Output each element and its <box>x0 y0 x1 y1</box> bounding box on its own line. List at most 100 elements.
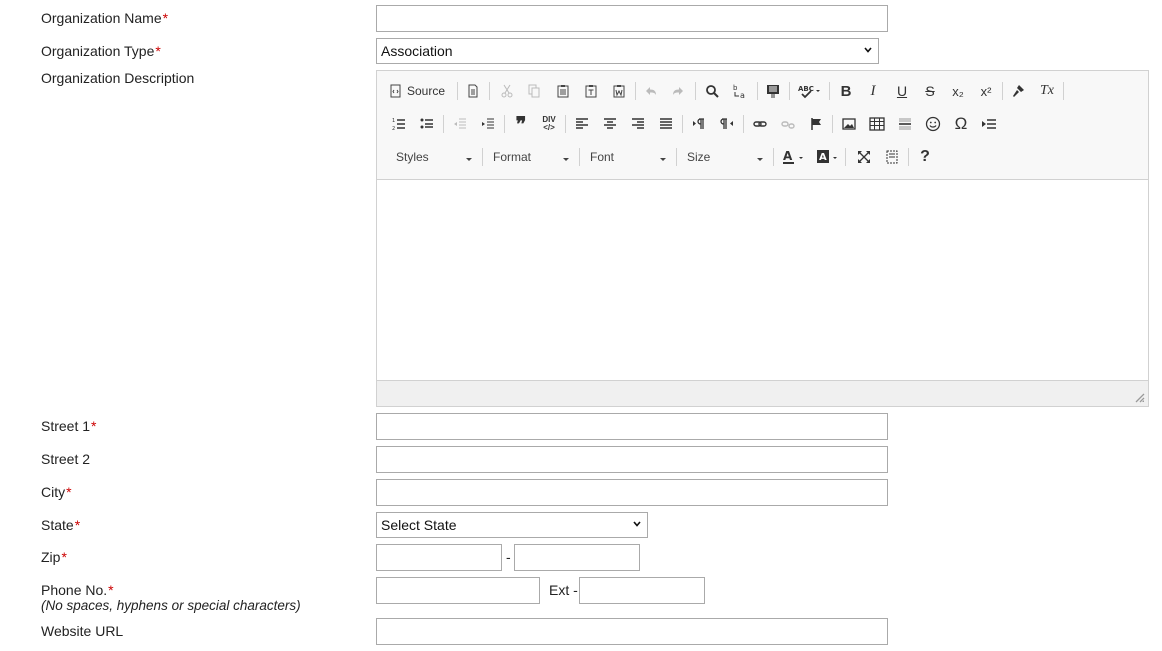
italic-label: I <box>870 82 876 99</box>
special-char-button[interactable]: Ω <box>950 113 972 135</box>
phone-ext-input[interactable] <box>579 577 705 604</box>
org-name-label: Organization Name* <box>41 10 168 26</box>
redo-button[interactable] <box>667 80 689 102</box>
zip-extension-input[interactable] <box>514 544 640 571</box>
resize-handle-icon[interactable] <box>1135 393 1145 403</box>
toolbar-separator <box>789 82 790 100</box>
text-direction-rtl-button[interactable] <box>716 113 738 135</box>
source-button[interactable]: Source <box>389 80 451 102</box>
svg-text:b: b <box>733 84 738 92</box>
smiley-button[interactable] <box>922 113 944 135</box>
subscript-button[interactable]: x₂ <box>947 80 969 102</box>
text-color-button[interactable]: A <box>781 146 807 168</box>
state-select[interactable]: Select State <box>376 512 648 538</box>
new-page-icon <box>468 84 478 98</box>
caret-down-icon <box>563 158 569 161</box>
format-combo[interactable]: Format <box>493 150 569 170</box>
select-all-button[interactable] <box>762 80 784 102</box>
new-page-button[interactable] <box>462 80 484 102</box>
unlink-button[interactable] <box>777 113 799 135</box>
show-blocks-button[interactable] <box>881 146 903 168</box>
caret-down-icon <box>757 158 763 161</box>
show-blocks-icon <box>886 150 898 164</box>
website-input[interactable] <box>376 618 888 645</box>
select-all-icon <box>767 85 779 98</box>
chevron-down-icon <box>633 521 641 527</box>
page-break-button[interactable] <box>978 113 1000 135</box>
source-icon <box>390 84 401 98</box>
street1-label-text: Street 1 <box>41 418 91 434</box>
align-right-button[interactable] <box>627 113 649 135</box>
outdent-button[interactable] <box>449 113 471 135</box>
required-mark: * <box>108 582 114 598</box>
org-name-input[interactable] <box>376 5 888 32</box>
paste-text-button[interactable] <box>580 80 602 102</box>
paste-word-button[interactable] <box>608 80 630 102</box>
indent-button[interactable] <box>477 113 499 135</box>
align-left-button[interactable] <box>571 113 593 135</box>
create-div-button[interactable]: DIV </> <box>538 113 560 135</box>
anchor-button[interactable] <box>805 113 827 135</box>
spellcheck-button[interactable]: ABC <box>795 80 825 102</box>
search-icon <box>706 85 719 98</box>
font-combo[interactable]: Font <box>590 150 666 170</box>
maximize-button[interactable] <box>853 146 875 168</box>
styles-combo[interactable]: Styles <box>396 150 472 170</box>
table-button[interactable] <box>866 113 888 135</box>
size-combo[interactable]: Size <box>687 150 763 170</box>
italic-button[interactable]: I <box>862 80 884 102</box>
editor-toolbar: Source ba ABC B I U S x₂ x² Tx 1 2 ❞ DIV… <box>377 71 1148 179</box>
cut-button[interactable] <box>496 80 518 102</box>
undo-button[interactable] <box>640 80 662 102</box>
align-center-button[interactable] <box>599 113 621 135</box>
text-direction-ltr-button[interactable] <box>688 113 710 135</box>
horizontal-line-button[interactable] <box>894 113 916 135</box>
toolbar-separator <box>743 115 744 133</box>
org-type-select[interactable]: Association <box>376 38 879 64</box>
zip-input[interactable] <box>376 544 502 571</box>
street1-label: Street 1* <box>41 418 96 434</box>
toolbar-separator <box>457 82 458 100</box>
link-button[interactable] <box>749 113 771 135</box>
bg-color-button[interactable]: A <box>815 146 841 168</box>
flag-icon <box>811 118 821 130</box>
unlink-icon <box>781 121 795 129</box>
cut-icon <box>501 84 513 98</box>
toolbar-separator <box>489 82 490 100</box>
indent-icon <box>482 118 494 129</box>
editor-content-area[interactable] <box>377 179 1148 381</box>
required-mark: * <box>162 10 169 26</box>
editor-footer <box>377 381 1148 406</box>
remove-format-button[interactable]: Tx <box>1036 80 1058 102</box>
justify-button[interactable] <box>655 113 677 135</box>
image-button[interactable] <box>838 113 860 135</box>
copy-format-button[interactable] <box>1007 80 1029 102</box>
numbered-list-button[interactable]: 12 <box>388 113 410 135</box>
phone-input[interactable] <box>376 577 540 604</box>
required-mark: * <box>66 484 72 500</box>
svg-text:a: a <box>740 91 745 99</box>
copy-button[interactable] <box>523 80 545 102</box>
blockquote-button[interactable]: ❞ <box>510 113 532 136</box>
help-button[interactable]: ? <box>914 146 936 168</box>
find-button[interactable] <box>701 80 723 102</box>
city-input[interactable] <box>376 479 888 506</box>
bold-button[interactable]: B <box>835 80 857 102</box>
background-color-icon: A <box>817 150 837 163</box>
text-color-icon: A <box>783 149 803 164</box>
underline-button[interactable]: U <box>891 80 913 102</box>
street1-input[interactable] <box>376 413 888 440</box>
replace-button[interactable]: ba <box>729 80 751 102</box>
street2-input[interactable] <box>376 446 888 473</box>
superscript-button[interactable]: x² <box>975 80 997 102</box>
superscript-label: x² <box>980 83 992 99</box>
city-label-text: City <box>41 484 66 500</box>
bulleted-list-button[interactable] <box>416 113 438 135</box>
replace-icon: ba <box>733 84 745 99</box>
paste-button[interactable] <box>552 80 574 102</box>
strikethrough-button[interactable]: S <box>919 80 941 102</box>
blockquote-icon: ❞ <box>515 113 527 136</box>
align-left-icon <box>576 118 588 129</box>
ext-label: Ext - <box>549 582 578 598</box>
paste-text-icon <box>585 85 597 98</box>
